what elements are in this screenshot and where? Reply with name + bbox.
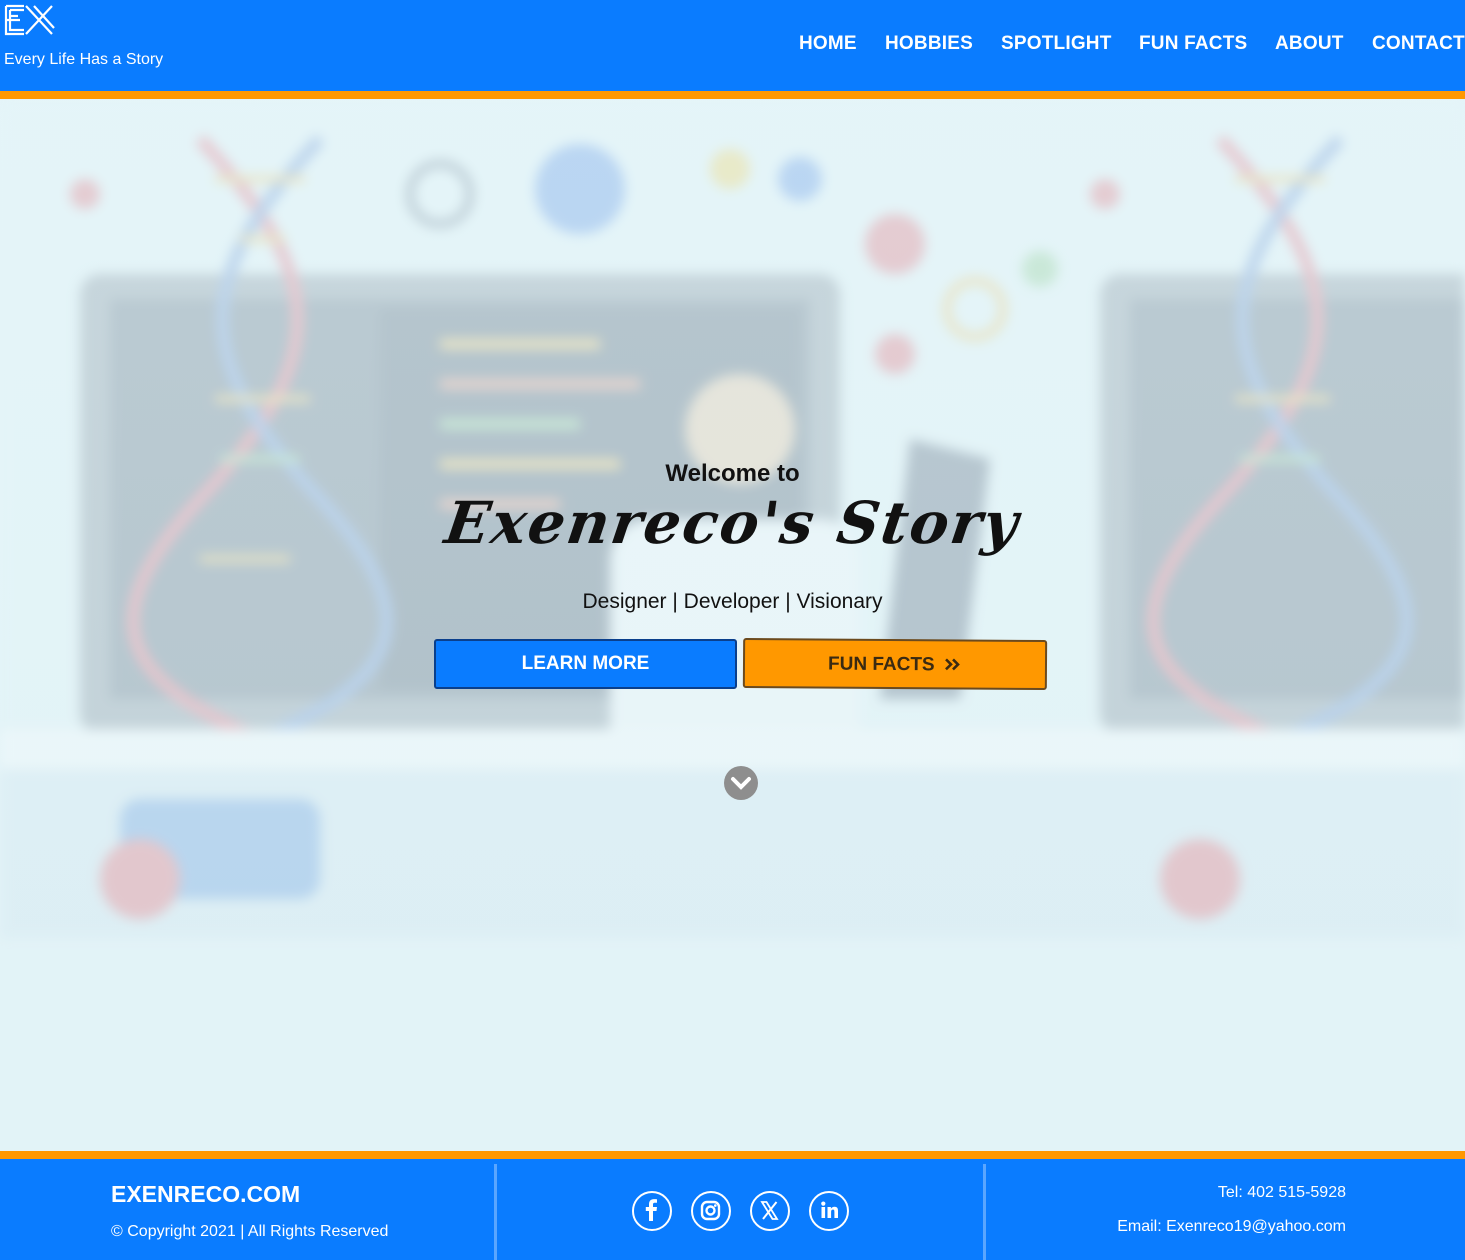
hero-section: Welcome to Exenreco's Story Designer | D… — [0, 99, 1465, 1151]
chevron-down-icon — [731, 777, 751, 790]
nav-home[interactable]: HOME — [799, 33, 857, 55]
nav-spotlight[interactable]: SPOTLIGHT — [1001, 33, 1112, 55]
learn-more-label: LEARN MORE — [521, 653, 650, 674]
learn-more-button[interactable]: LEARN MORE — [434, 639, 737, 689]
x-twitter-icon[interactable] — [750, 1191, 790, 1231]
footer-phone[interactable]: Tel: 402 515-5928 — [1218, 1184, 1346, 1202]
site-footer: EXENRECO.COM © Copyright 2021 | All Righ… — [0, 1159, 1465, 1260]
footer-copyright: © Copyright 2021 | All Rights Reserved — [111, 1223, 389, 1240]
footer-divider-left — [494, 1164, 497, 1260]
nav-fun-facts[interactable]: FUN FACTS — [1139, 33, 1247, 55]
nav-contact[interactable]: CONTACT — [1372, 33, 1465, 55]
main-nav: HOME HOBBIES SPOTLIGHT FUN FACTS ABOUT C… — [0, 33, 1465, 57]
double-chevron-right-icon — [944, 641, 962, 687]
facebook-icon[interactable] — [632, 1191, 672, 1231]
fun-facts-button[interactable]: FUN FACTS — [742, 637, 1048, 691]
ex-logo-icon[interactable] — [4, 4, 56, 36]
nav-hobbies[interactable]: HOBBIES — [885, 33, 973, 55]
site-header: Every Life Has a Story HOME HOBBIES SPOT… — [0, 0, 1465, 91]
hero-welcome-text: Welcome to — [665, 460, 800, 487]
hero-title: Exenreco's Story — [440, 489, 1025, 557]
nav-about[interactable]: ABOUT — [1275, 33, 1344, 55]
footer-brand[interactable]: EXENRECO.COM — [111, 1181, 300, 1208]
fun-facts-label: FUN FACTS — [827, 653, 935, 676]
linkedin-icon[interactable] — [809, 1191, 849, 1231]
footer-divider-right — [983, 1164, 986, 1260]
hero-overlay — [0, 99, 1465, 1151]
hero-subtitle: Designer | Developer | Visionary — [582, 590, 883, 613]
scroll-down-button[interactable] — [724, 766, 758, 800]
instagram-icon[interactable] — [691, 1191, 731, 1231]
footer-email[interactable]: Email: Exenreco19@yahoo.com — [1117, 1218, 1346, 1236]
header-accent-stripe — [0, 91, 1465, 99]
footer-accent-stripe — [0, 1151, 1465, 1159]
